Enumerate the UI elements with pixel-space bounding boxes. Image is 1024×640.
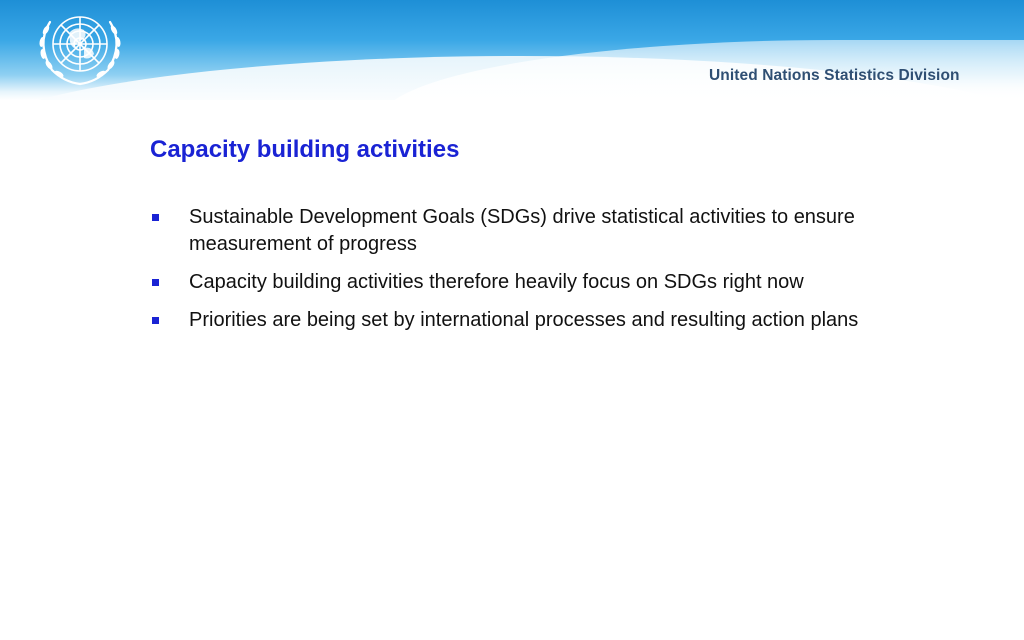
header-band: United Nations Statistics Division <box>0 0 1024 100</box>
bullet-item: Priorities are being set by internationa… <box>150 307 930 334</box>
square-bullet-icon <box>152 279 159 286</box>
slide-title: Capacity building activities <box>150 136 460 163</box>
bullet-list: Sustainable Development Goals (SDGs) dri… <box>150 204 930 345</box>
bullet-item: Sustainable Development Goals (SDGs) dri… <box>150 204 930 258</box>
square-bullet-icon <box>152 214 159 221</box>
bullet-text: Priorities are being set by internationa… <box>189 309 859 331</box>
square-bullet-icon <box>152 317 159 324</box>
bullet-item: Capacity building activities therefore h… <box>150 269 930 296</box>
bullet-text: Sustainable Development Goals (SDGs) dri… <box>189 206 855 255</box>
organization-name: United Nations Statistics Division <box>709 67 960 84</box>
bullet-text: Capacity building activities therefore h… <box>189 271 804 293</box>
un-emblem-icon <box>39 16 121 86</box>
